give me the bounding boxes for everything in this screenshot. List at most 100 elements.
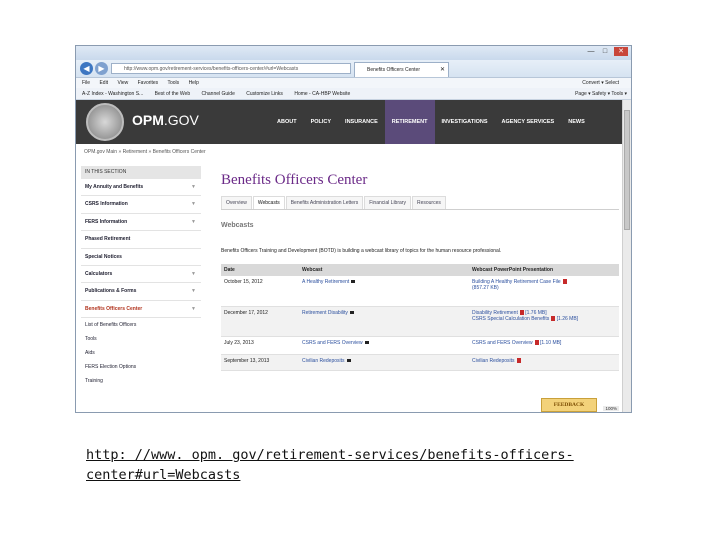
sidebar-item-label: Publications & Forms — [85, 288, 137, 295]
webcast-link[interactable]: Civilian Redeposits — [302, 358, 345, 364]
sidebar-subitem[interactable]: Tools — [81, 332, 201, 346]
nav-agency-services[interactable]: AGENCY SERVICES — [495, 100, 562, 144]
sidebar-subitem[interactable]: List of Benefits Officers — [81, 318, 201, 332]
close-icon[interactable]: ✕ — [614, 47, 628, 56]
nav-policy[interactable]: POLICY — [304, 100, 338, 144]
webcast-link[interactable]: Retirement Disability — [302, 310, 348, 316]
video-icon — [349, 310, 354, 314]
sidebar-subitem[interactable]: Aids — [81, 346, 201, 360]
sidebar-item-label: Special Notices — [85, 253, 122, 260]
sidebar-item-publications[interactable]: Publications & Forms ▼ — [81, 283, 201, 301]
sidebar-item-special-notices[interactable]: Special Notices — [81, 249, 201, 266]
sidebar-item-benefits-officers-center[interactable]: Benefits Officers Center ▼ — [81, 301, 201, 319]
chevron-down-icon[interactable]: ▼ — [191, 179, 196, 196]
site-logo[interactable]: OPM.GOV — [132, 112, 199, 128]
window-titlebar: — □ ✕ — [76, 46, 631, 60]
table-row: September 13, 2013 Civilian Redeposits C… — [221, 354, 619, 371]
minimize-icon[interactable]: — — [585, 47, 597, 56]
menu-tools[interactable]: Tools — [167, 80, 179, 86]
maximize-icon[interactable]: □ — [599, 47, 611, 56]
sidebar-item-label: Calculators — [85, 270, 113, 277]
zoom-level[interactable]: 100% — [603, 406, 619, 411]
address-toolbar: ◀ ▶ http://www.opm.gov/retirement-servic… — [76, 60, 631, 78]
tab-webcasts[interactable]: Webcasts — [252, 196, 285, 209]
tab-resources[interactable]: Resources — [411, 196, 446, 209]
ppt-link[interactable]: Civilian Redeposits — [472, 358, 515, 364]
tab-benefits-administration-letters[interactable]: Benefits Administration Letters — [285, 196, 364, 209]
sidebar-item-my-annuity[interactable]: My Annuity and Benefits ▼ — [81, 179, 201, 197]
menu-edit[interactable]: Edit — [99, 80, 108, 86]
scrollbar-thumb[interactable] — [624, 110, 630, 230]
webcast-cell: A Healthy Retirement — [299, 276, 469, 307]
chevron-down-icon[interactable]: ▼ — [191, 196, 196, 213]
vertical-scrollbar[interactable] — [622, 100, 631, 412]
nav-retirement[interactable]: RETIREMENT — [384, 100, 435, 144]
webcast-cell: Civilian Redeposits — [299, 354, 469, 371]
favorite-link[interactable]: Customize Links — [246, 91, 283, 97]
pdf-icon — [534, 339, 539, 345]
table-row: July 23, 2013 CSRS and FERS Overview CSR… — [221, 336, 619, 355]
command-bar[interactable]: Page ▾ Safety ▾ Tools ▾ — [575, 88, 627, 99]
tab-overview[interactable]: Overview — [221, 196, 252, 209]
sidebar-subitem[interactable]: Training — [81, 374, 201, 388]
favorite-link[interactable]: Home - CA-HBP Website — [294, 91, 350, 97]
sidebar-item-label: Benefits Officers Center — [85, 305, 143, 312]
pdf-icon — [519, 309, 524, 315]
chevron-down-icon[interactable]: ▼ — [191, 283, 196, 300]
opm-seal-icon[interactable] — [86, 103, 124, 141]
nav-about[interactable]: ABOUT — [270, 100, 304, 144]
pdf-icon — [551, 315, 556, 321]
webcast-link[interactable]: A Healthy Retirement — [302, 279, 349, 285]
close-tab-icon[interactable]: ✕ — [440, 63, 445, 77]
sidebar-item-phased-retirement[interactable]: Phased Retirement — [81, 231, 201, 249]
pdf-icon — [516, 357, 521, 363]
ppt-link[interactable]: CSRS and FERS Overview — [472, 340, 533, 346]
favorite-link[interactable]: Channel Guide — [202, 91, 235, 97]
menu-file[interactable]: File — [82, 80, 90, 86]
tab-financial-library[interactable]: Financial Library — [364, 196, 411, 209]
favorite-link[interactable]: A-Z Index - Washington S... — [82, 91, 143, 97]
favorite-link[interactable]: Best of the Web — [155, 91, 190, 97]
chevron-down-icon[interactable]: ▼ — [191, 214, 196, 231]
forward-icon[interactable]: ▶ — [95, 62, 108, 75]
sidebar-item-calculators[interactable]: Calculators ▼ — [81, 266, 201, 284]
webcast-table: Date Webcast Webcast PowerPoint Presenta… — [221, 264, 619, 371]
chevron-down-icon[interactable]: ▼ — [191, 266, 196, 283]
page-title: Benefits Officers Center — [221, 172, 368, 188]
caption-line: center#url=Webcasts — [86, 467, 241, 483]
top-navigation: ABOUT POLICY INSURANCE RETIREMENT INVEST… — [270, 100, 592, 144]
date-cell: July 23, 2013 — [221, 336, 299, 355]
nav-news[interactable]: NEWS — [561, 100, 592, 144]
url-caption[interactable]: http: //www. opm. gov/retirement-service… — [86, 445, 626, 485]
menu-favorites[interactable]: Favorites — [138, 80, 159, 86]
caption-line: http: //www. opm. gov/retirement-service… — [86, 447, 574, 463]
nav-investigations[interactable]: INVESTIGATIONS — [435, 100, 495, 144]
sidebar-subitem[interactable]: FERS Election Options — [81, 360, 201, 374]
column-header: Date — [221, 264, 299, 276]
video-icon — [351, 280, 356, 284]
chevron-down-icon[interactable]: ▼ — [191, 301, 196, 318]
sidebar-item-fers[interactable]: FERS Information ▼ — [81, 214, 201, 232]
webpage: OPM.GOV ABOUT POLICY INSURANCE RETIREMEN… — [76, 100, 624, 412]
nav-insurance[interactable]: INSURANCE — [338, 100, 385, 144]
feedback-button[interactable]: FEEDBACK — [541, 398, 597, 412]
logo-suffix: .GOV — [163, 112, 199, 128]
browser-screenshot: — □ ✕ ◀ ▶ http://www.opm.gov/retirement-… — [75, 45, 632, 413]
convert-select-buttons[interactable]: Convert ▾ Select — [582, 78, 619, 88]
webcast-link[interactable]: CSRS and FERS Overview — [302, 340, 363, 346]
file-size: (857.27 KB) — [472, 285, 499, 291]
address-input[interactable]: http://www.opm.gov/retirement-services/b… — [111, 63, 351, 74]
ppt-cell: Building A Healthy Retirement Case File(… — [469, 276, 619, 307]
tab-benefits-officers-center[interactable]: Benefits Officers Center ✕ — [354, 62, 449, 77]
ppt-link[interactable]: CSRS Special Calculation Benefits — [472, 316, 549, 322]
breadcrumb[interactable]: OPM.gov Main » Retirement » Benefits Off… — [84, 149, 206, 155]
video-icon — [346, 358, 351, 362]
menu-view[interactable]: View — [117, 80, 128, 86]
video-icon — [364, 340, 369, 344]
sidebar-item-csrs[interactable]: CSRS Information ▼ — [81, 196, 201, 214]
intro-text: Benefits Officers Training and Developme… — [221, 248, 502, 254]
back-icon[interactable]: ◀ — [80, 62, 93, 75]
sidebar-item-label: CSRS Information — [85, 201, 128, 208]
logo-text: OPM — [132, 112, 164, 128]
menu-help[interactable]: Help — [189, 80, 199, 86]
